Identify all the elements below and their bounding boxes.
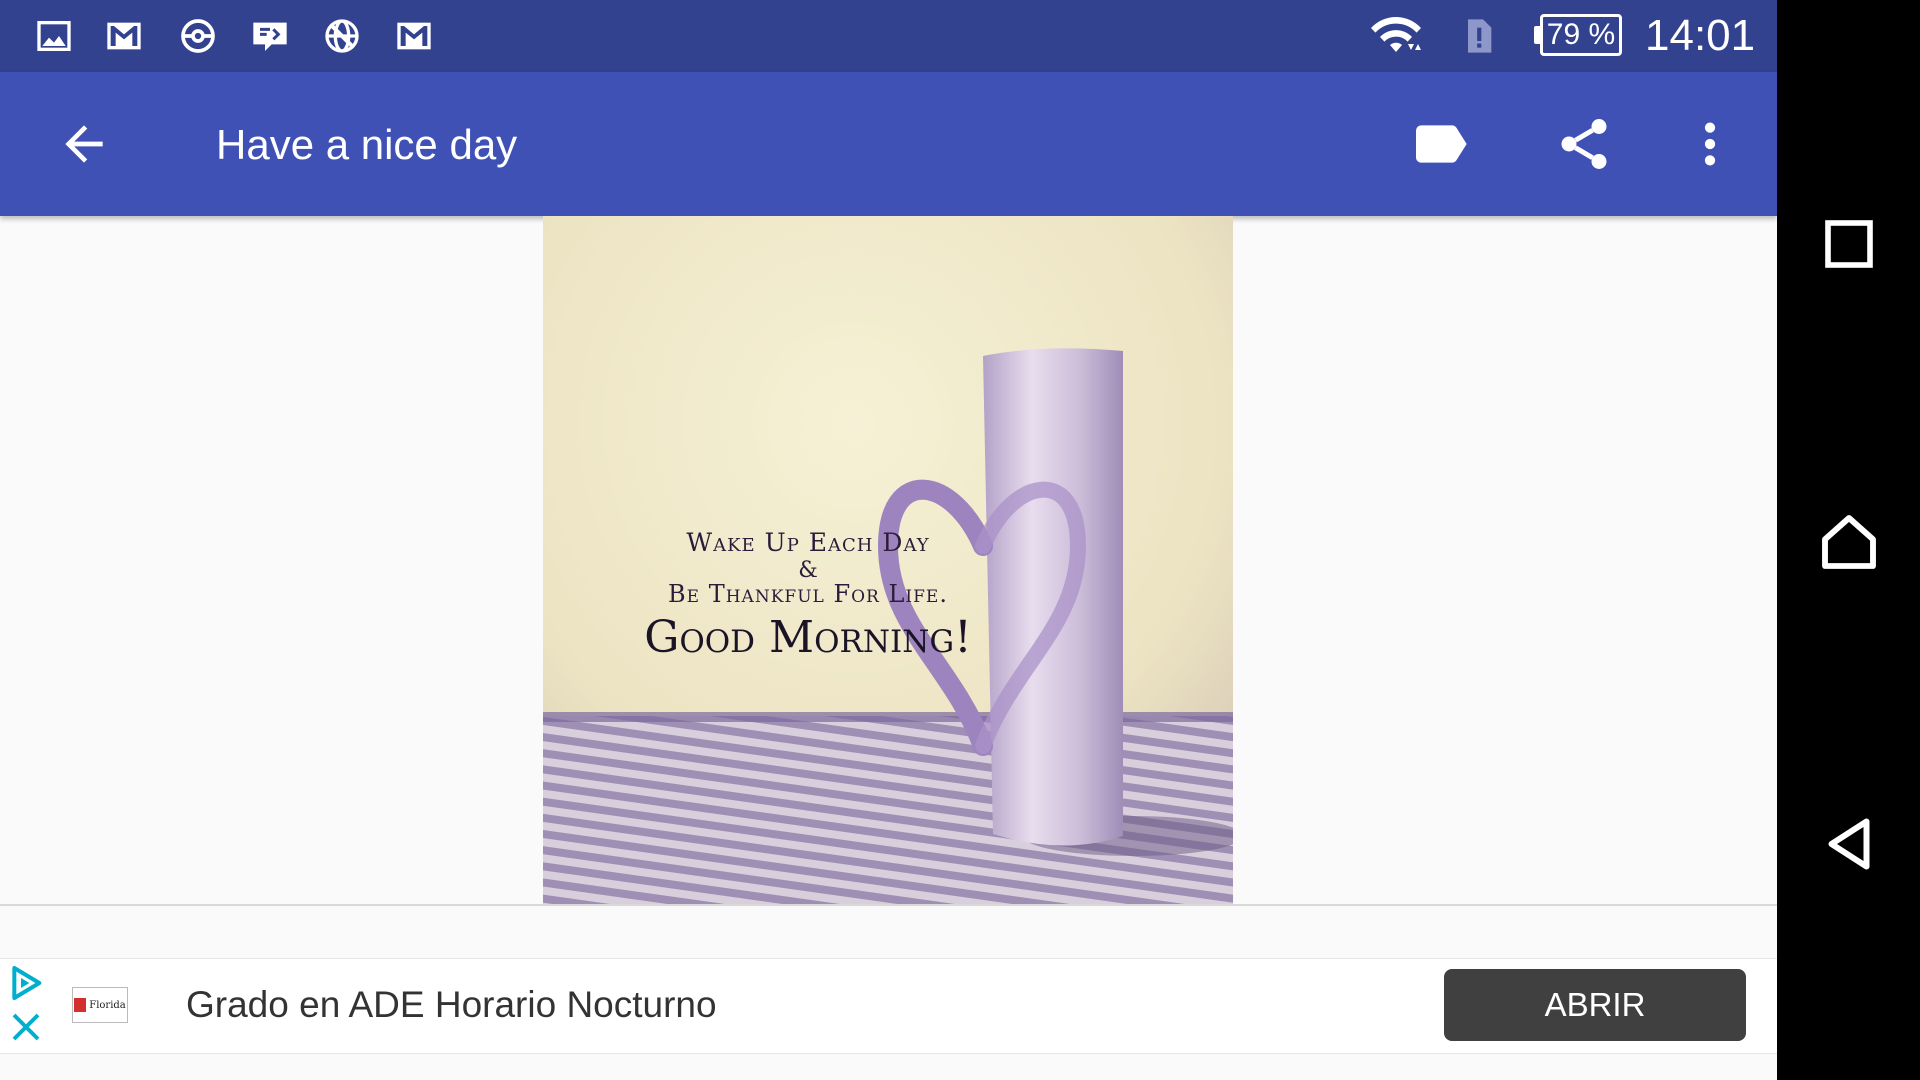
recents-button[interactable]	[1811, 206, 1887, 282]
vpn-globe-icon	[320, 14, 364, 58]
more-options-button[interactable]	[1674, 108, 1746, 180]
sim-alert-icon	[1456, 14, 1500, 58]
share-button[interactable]	[1548, 108, 1620, 180]
ad-headline[interactable]: Grado en ADE Horario Nocturno	[186, 981, 717, 1029]
advertiser-logo-text: Florida	[89, 999, 126, 1011]
app-toolbar: Have a nice day	[0, 72, 1777, 216]
ad-choices-icon[interactable]	[6, 963, 46, 1003]
chat-icon	[248, 14, 292, 58]
toolbar-title: Have a nice day	[216, 121, 518, 168]
system-nav-bar	[1777, 0, 1920, 1080]
content-divider	[0, 904, 1777, 906]
gallery-icon	[32, 14, 76, 58]
battery-level: 79 %	[1540, 14, 1622, 56]
quote-line-3: Be Thankful For Life.	[668, 580, 948, 608]
back-triangle-icon	[1828, 818, 1870, 870]
more-vert-icon	[1704, 122, 1716, 166]
ad-open-button[interactable]: ABRIR	[1444, 969, 1746, 1041]
back-nav-button[interactable]	[1811, 806, 1887, 882]
label-icon	[1416, 125, 1467, 163]
arrow-back-icon	[65, 125, 103, 163]
app-screen: 79 % 14:01 Have a nice day Wake Up Each …	[0, 0, 1777, 1080]
quote-line-1: Wake Up Each Day	[686, 528, 930, 557]
home-button[interactable]	[1811, 504, 1887, 580]
ad-banner[interactable]: Florida Grado en ADE Horario Nocturno AB…	[0, 958, 1777, 1054]
close-icon[interactable]	[8, 1009, 44, 1045]
good-morning-image[interactable]: Wake Up Each Day & Be Thankful For Life.…	[543, 216, 1233, 906]
gmail-icon	[102, 14, 146, 58]
status-bar: 79 % 14:01	[0, 0, 1777, 72]
back-button[interactable]	[48, 108, 120, 180]
shield-icon	[74, 998, 87, 1012]
quote-headline: Good Morning!	[644, 612, 972, 663]
status-clock: 14:01	[1645, 11, 1756, 60]
wifi-icon	[1366, 14, 1426, 58]
advertiser-logo: Florida	[72, 987, 128, 1023]
label-button[interactable]	[1404, 108, 1476, 180]
gmail-icon	[392, 14, 436, 58]
pokeball-icon	[176, 14, 220, 58]
share-icon	[1561, 119, 1607, 169]
home-icon	[1822, 515, 1876, 569]
recents-square-icon	[1825, 220, 1873, 268]
